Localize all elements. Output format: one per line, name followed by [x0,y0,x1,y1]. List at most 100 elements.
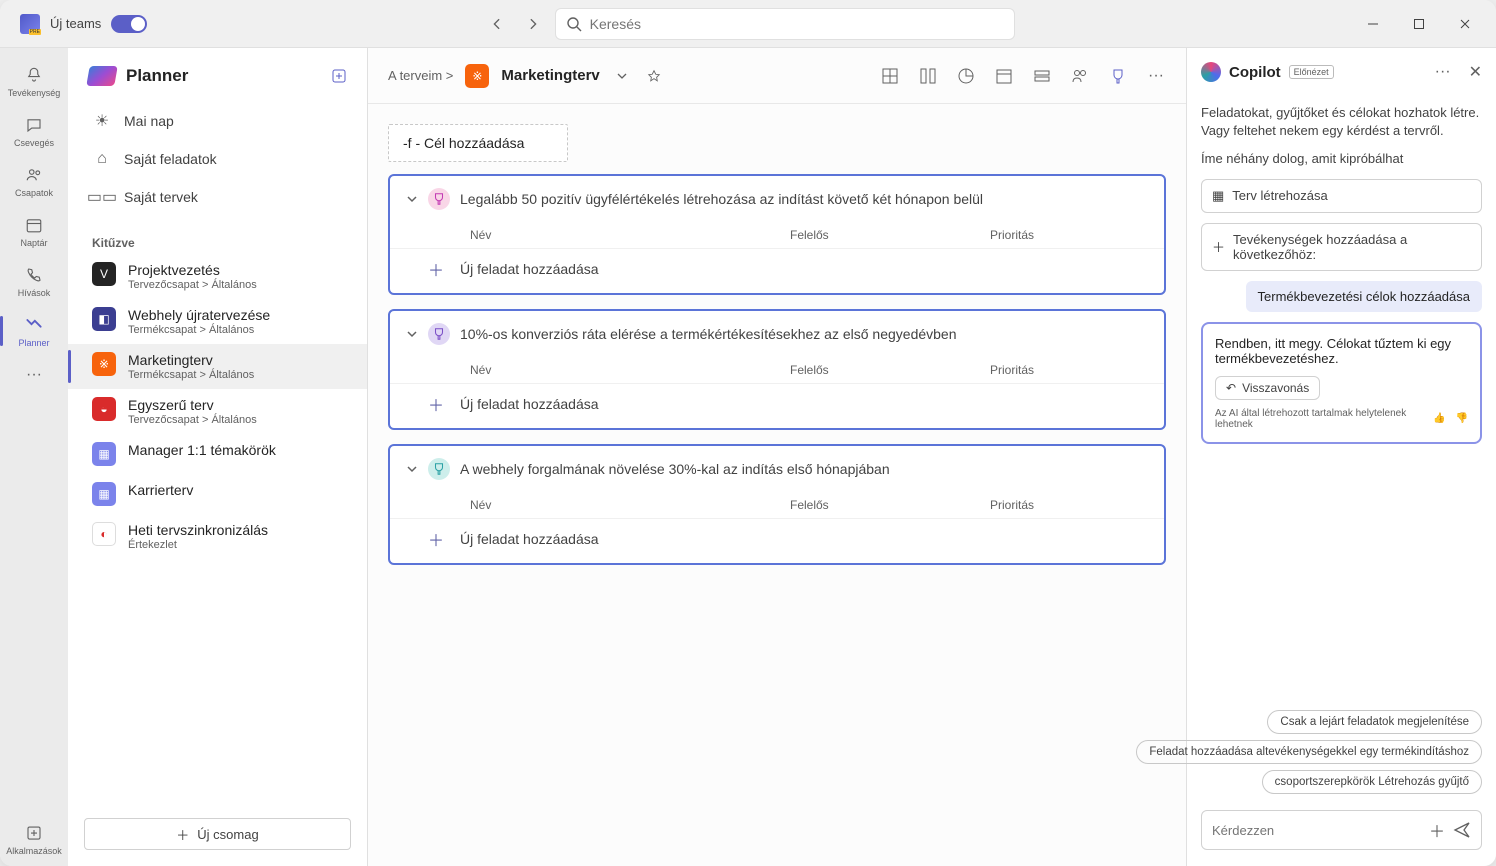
timeline-view-button[interactable] [1032,66,1052,86]
copilot-more-button[interactable]: ··· [1435,63,1451,81]
rail-more[interactable]: ··· [4,358,64,392]
rail-planner[interactable]: Planner [4,308,64,354]
app-rail: Tevékenység Csevegés Csapatok Naptár Hív… [0,48,68,866]
goal-card: 10%-os konverziós ráta elérése a terméké… [388,309,1166,430]
goal-card: A webhely forgalmának növelése 30%-kal a… [388,444,1166,565]
collapse-button[interactable] [406,463,418,475]
add-task-label: Új feladat hozzáadása [460,396,599,412]
copilot-input-box[interactable]: ＋ [1201,810,1482,850]
copilot-input[interactable] [1212,823,1421,838]
sidebar-plan-item[interactable]: VProjektvezetésTervezőcsapat > Általános [68,254,367,299]
column-priority: Prioritás [990,228,1090,242]
collapse-button[interactable] [406,193,418,205]
copilot-close-button[interactable]: ✕ [1469,62,1482,82]
plus-icon: ＋ [426,259,446,279]
sun-icon: ☀ [92,111,112,131]
column-name: Név [470,363,790,377]
copilot-suggestion-pill[interactable]: Feladat hozzáadása altevékenységekkel eg… [1136,740,1482,764]
add-tab-button[interactable] [331,68,347,84]
rail-calendar[interactable]: Naptár [4,208,64,254]
plan-icon: ▦ [92,442,116,466]
sidebar-plan-item[interactable]: ▦ Manager 1:1 témakörök [68,434,367,474]
sidebar-plan-item[interactable]: ▦Karrierterv [68,474,367,514]
add-task-row[interactable]: ＋Új feladat hozzáadása [390,248,1164,293]
suggest-add-activities[interactable]: ＋ Tevékenységek hozzáadása a következőhö… [1201,223,1482,271]
search-input[interactable] [590,16,1004,32]
window-close-button[interactable] [1442,8,1488,40]
copilot-panel: Copilot Előnézet ··· ✕ Feladatokat, gyűj… [1186,48,1496,866]
column-name: Név [470,498,790,512]
more-views-button[interactable]: ··· [1146,66,1166,86]
content-area: A terveim > ※ Marketingterv ··· [368,48,1186,866]
new-plan-button[interactable]: ＋ Új csomag [84,818,351,850]
people-icon [23,164,45,186]
plan-sub-label: Tervezőcsapat > Általános [128,279,257,291]
send-button[interactable] [1453,821,1471,839]
planner-sidebar: Planner ☀ Mai nap ⌂ Saját feladatok ▭▭ S… [68,48,368,866]
table-icon: ▦ [1212,188,1224,204]
app-window: Új teams Tevékenység [0,0,1496,866]
plan-sub-label: Termékcsapat > Általános [128,369,254,381]
window-maximize-button[interactable] [1396,8,1442,40]
rail-teams[interactable]: Csapatok [4,158,64,204]
chart-view-button[interactable] [956,66,976,86]
sidebar-item-myplans[interactable]: ▭▭ Saját tervek [68,178,367,216]
trophy-icon [428,458,450,480]
add-task-row[interactable]: ＋Új feladat hozzáadása [390,518,1164,563]
goals-view-button[interactable] [1108,66,1128,86]
suggest-create-plan[interactable]: ▦ Terv létrehozása [1201,179,1482,213]
copilot-suggestion-pill[interactable]: Csak a lejárt feladatok megjelenítése [1267,710,1482,734]
plan-name-label: Egyszerű terv [128,397,257,413]
plan-badge-icon: ※ [465,64,489,88]
new-teams-toggle[interactable] [111,15,147,33]
board-view-button[interactable] [918,66,938,86]
window-minimize-button[interactable] [1350,8,1396,40]
plan-icon: ◧ [92,307,116,331]
thumbs-up-button[interactable]: 👍 [1433,413,1445,424]
column-owner: Felelős [790,363,990,377]
sidebar-plan-item[interactable]: ◐Heti tervszinkronizálásÉrtekezlet [68,514,367,559]
copilot-suggestion-pill[interactable]: csoportszerepkörök Létrehozás gyűjtő [1262,770,1482,794]
breadcrumb[interactable]: A terveim > [388,68,453,83]
add-goal-input[interactable]: -f - Cél hozzáadása [388,124,568,162]
plus-icon: ＋ [426,394,446,414]
goal-title: 10%-os konverziós ráta elérése a terméké… [460,326,957,342]
rail-chat[interactable]: Csevegés [4,108,64,154]
people-view-button[interactable] [1070,66,1090,86]
plan-name-label: Heti tervszinkronizálás [128,522,268,538]
sidebar-item-today[interactable]: ☀ Mai nap [68,102,367,140]
search-box[interactable] [555,8,1015,40]
rail-activity[interactable]: Tevékenység [4,58,64,104]
rail-calls[interactable]: Hívások [4,258,64,304]
sidebar-plan-item[interactable]: ◒Egyszerű tervTervezőcsapat > Általános [68,389,367,434]
schedule-view-button[interactable] [994,66,1014,86]
sidebar-plan-item[interactable]: ※MarketingtervTermékcsapat > Általános [68,344,367,389]
plan-dropdown-button[interactable] [612,66,632,86]
plan-sub-label: Tervezőcsapat > Általános [128,414,257,426]
pin-plan-button[interactable] [644,66,664,86]
copilot-logo-icon [1201,62,1221,82]
grid-view-button[interactable] [880,66,900,86]
sidebar-plan-item[interactable]: ◧Webhely újratervezéseTermékcsapat > Ált… [68,299,367,344]
plus-icon: ＋ [176,825,189,844]
add-task-row[interactable]: ＋ Új feladat hozzáadása [390,383,1164,428]
rail-apps[interactable]: Alkalmazások [4,812,64,866]
planner-logo-icon [86,66,118,86]
undo-button[interactable]: ↶ Visszavonás [1215,376,1320,400]
home-icon: ⌂ [92,149,112,169]
preview-badge: Előnézet [1289,65,1334,79]
nav-forward-button[interactable] [519,10,547,38]
attach-button[interactable]: ＋ [1429,818,1445,842]
plan-name-label: Manager 1:1 témakörök [128,442,276,458]
nav-back-button[interactable] [483,10,511,38]
collapse-button[interactable] [406,328,418,340]
undo-icon: ↶ [1226,381,1236,395]
sidebar-item-mytasks[interactable]: ⌂ Saját feladatok [68,140,367,178]
plus-icon: ＋ [1212,237,1225,256]
trophy-icon [428,323,450,345]
plan-title: Marketingterv [501,67,599,84]
column-priority: Prioritás [990,363,1090,377]
thumbs-down-button[interactable]: 👎 [1456,413,1468,424]
sidebar-title: Planner [126,66,188,86]
column-priority: Prioritás [990,498,1090,512]
